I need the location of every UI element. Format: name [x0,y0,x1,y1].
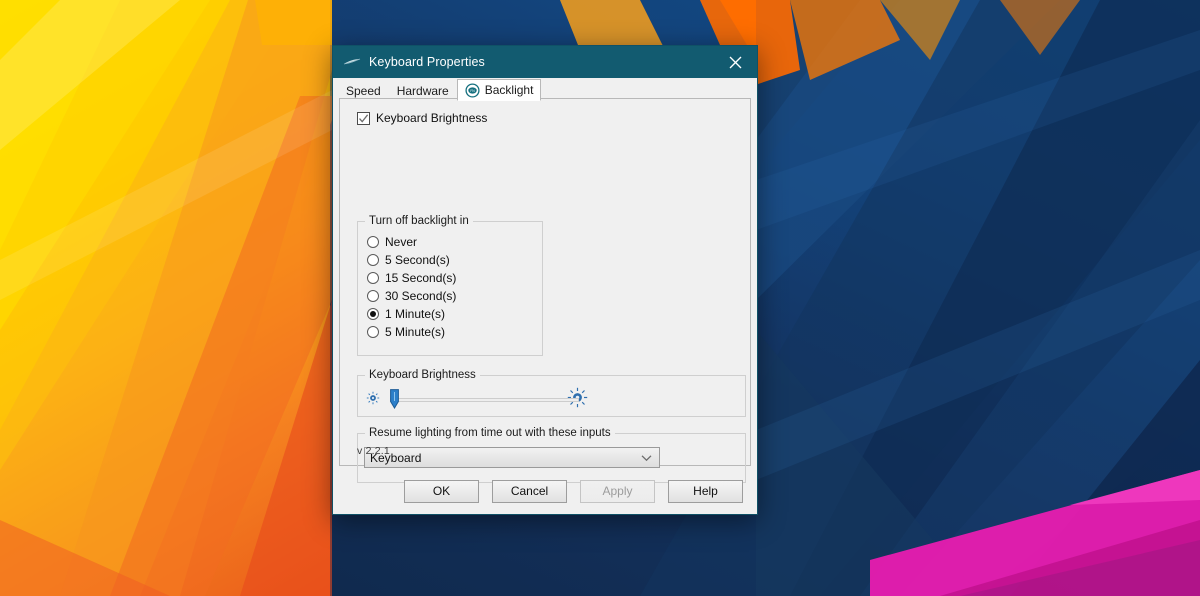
radio-circle [367,290,379,302]
tab-hardware-label: Hardware [396,84,449,98]
dialog-button-bar: OK Cancel Apply Help [333,468,757,514]
help-button[interactable]: Help [668,479,743,503]
tab-speed-label: Speed [346,84,381,98]
timeout-radio-list: Never 5 Second(s) 15 Second(s) 30 Second… [367,233,456,341]
checkbox-label: Keyboard Brightness [376,111,488,125]
backlight-tab-panel: Keyboard Brightness Turn off backlight i… [339,98,751,483]
radio-option-30-seconds[interactable]: 30 Second(s) [367,287,456,305]
keyboard-brightness-group: Keyboard Brightness [357,369,746,417]
apply-button: Apply [580,479,655,503]
brightness-slider-track[interactable] [390,398,579,402]
close-icon[interactable] [713,46,757,78]
brightness-low-icon [366,391,380,408]
radio-label: 15 Second(s) [385,271,457,285]
dialog-titlebar[interactable]: Keyboard Properties [333,46,757,78]
radio-circle [367,254,379,266]
radio-option-never[interactable]: Never [367,233,456,251]
keyboard-properties-dialog: Keyboard Properties Speed Hardware FN Ba… [332,45,758,515]
brightness-slider-area [364,387,740,411]
keyboard-icon [342,54,362,70]
check-icon [359,113,369,123]
radio-label: 30 Second(s) [385,289,457,303]
fn-circle-icon: FN [465,82,480,98]
apply-button-label: Apply [602,484,633,498]
tab-strip: Speed Hardware FN Backlight [333,78,757,101]
turn-off-backlight-group: Turn off backlight in Never 5 Second(s) … [357,215,543,356]
ok-button-label: OK [432,484,451,498]
radio-circle-selected [367,308,379,320]
checkbox-box [357,111,370,125]
radio-label: 1 Minute(s) [385,307,446,321]
radio-label: 5 Second(s) [385,253,450,267]
resume-input-dropdown[interactable]: Keyboard [364,447,660,468]
tab-backlight[interactable]: FN Backlight [456,79,542,101]
tab-backlight-label: Backlight [484,83,534,97]
keyboard-brightness-group-title: Keyboard Brightness [365,369,480,381]
resume-lighting-group-title: Resume lighting from time out with these… [365,427,615,439]
chevron-down-icon [641,448,652,467]
desktop-background: Keyboard Properties Speed Hardware FN Ba… [0,0,1200,596]
svg-text:FN: FN [470,89,475,93]
radio-label: 5 Minute(s) [385,325,446,339]
radio-circle [367,236,379,248]
cancel-button-label: Cancel [510,484,549,498]
radio-option-5-minutes[interactable]: 5 Minute(s) [367,323,456,341]
help-button-label: Help [693,484,718,498]
radio-option-5-seconds[interactable]: 5 Second(s) [367,251,456,269]
radio-option-1-minute[interactable]: 1 Minute(s) [367,305,456,323]
version-label: v 2.2.1 [357,445,390,457]
dialog-title: Keyboard Properties [369,55,485,69]
radio-circle [367,272,379,284]
cancel-button[interactable]: Cancel [492,479,567,503]
keyboard-brightness-checkbox[interactable]: Keyboard Brightness [357,111,487,125]
ok-button[interactable]: OK [404,479,479,503]
radio-label: Never [385,235,418,249]
radio-option-15-seconds[interactable]: 15 Second(s) [367,269,456,287]
brightness-slider-thumb[interactable] [390,389,399,409]
radio-circle [367,326,379,338]
turn-off-backlight-group-title: Turn off backlight in [365,215,473,227]
